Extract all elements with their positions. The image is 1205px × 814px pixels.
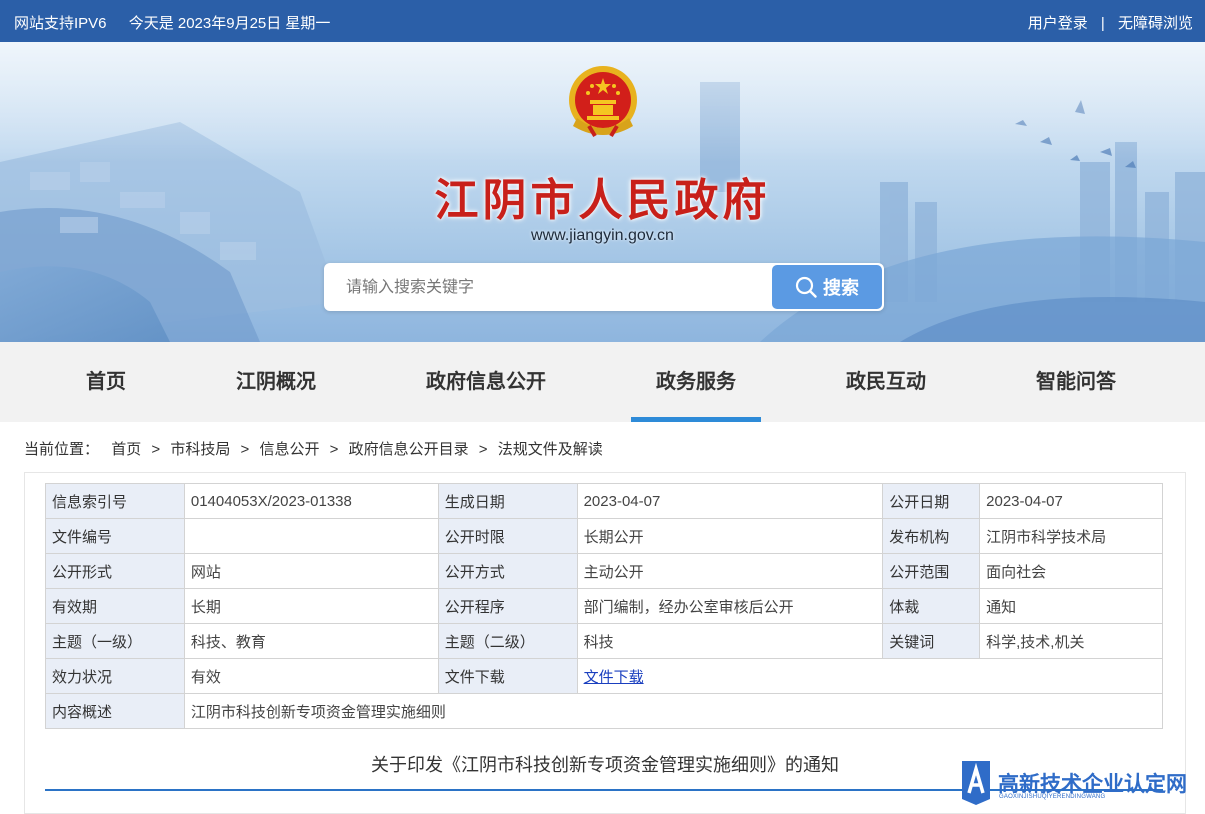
- summary-label: 内容概述: [45, 693, 185, 729]
- created-label: 生成日期: [437, 483, 578, 519]
- topic1-label: 主题（一级）: [45, 623, 185, 659]
- breadcrumb-separator: >: [478, 441, 488, 458]
- watermark: 高新技术企业认定网 GAOXINJISHUQIYERENDINGWANG: [958, 758, 1205, 808]
- period-value: 长期公开: [576, 518, 884, 554]
- form-label: 公开形式: [45, 553, 185, 589]
- table-row: 公开形式 网站 公开方式 主动公开 公开范围 面向社会: [45, 553, 1163, 589]
- nav-item-overview[interactable]: 江阴概况: [216, 342, 336, 422]
- breadcrumb-prefix: 当前位置：: [24, 441, 100, 458]
- keywords-value: 科学,技术,机关: [979, 623, 1163, 659]
- breadcrumb-item-home[interactable]: 首页: [111, 441, 141, 458]
- doc-no-value: [183, 518, 439, 554]
- download-label: 文件下载: [437, 658, 578, 694]
- validity-label: 有效期: [45, 588, 185, 624]
- file-download-link[interactable]: 文件下载: [584, 669, 644, 686]
- table-row: 文件编号 公开时限 长期公开 发布机构 江阴市科学技术局: [45, 518, 1163, 554]
- published-value: 2023-04-07: [979, 483, 1163, 519]
- search-icon: [795, 276, 817, 298]
- table-row: 信息索引号 01404053X/2023-01338 生成日期 2023-04-…: [45, 483, 1163, 519]
- issuer-label: 发布机构: [882, 518, 981, 554]
- keywords-label: 关键词: [882, 623, 981, 659]
- method-label: 公开方式: [437, 553, 578, 589]
- index-no-label: 信息索引号: [45, 483, 185, 519]
- accessibility-link[interactable]: 无障碍浏览: [1118, 15, 1193, 32]
- nav-item-smart-qa[interactable]: 智能问答: [1016, 342, 1136, 422]
- summary-value: 江阴市科技创新专项资金管理实施细则: [183, 693, 1164, 729]
- breadcrumb-separator: >: [329, 441, 339, 458]
- procedure-label: 公开程序: [437, 588, 578, 624]
- nav-item-interaction[interactable]: 政民互动: [826, 342, 946, 422]
- status-label: 效力状况: [45, 658, 185, 694]
- nav-item-info-disclosure[interactable]: 政府信息公开: [411, 342, 561, 422]
- topic2-value: 科技: [576, 623, 884, 659]
- ipv6-notice: 网站支持IPV6: [14, 15, 107, 32]
- watermark-subtitle: GAOXINJISHUQIYERENDINGWANG: [999, 794, 1106, 800]
- doc-no-label: 文件编号: [45, 518, 185, 554]
- breadcrumb-item-bureau[interactable]: 市科技局: [170, 441, 230, 458]
- table-row: 主题（一级） 科技、教育 主题（二级） 科技 关键词 科学,技术,机关: [45, 623, 1163, 659]
- site-title: 江阴市人民政府: [434, 175, 771, 226]
- scope-label: 公开范围: [882, 553, 981, 589]
- current-date: 今天是 2023年9月25日 星期一: [128, 15, 331, 32]
- search-button[interactable]: 搜索: [772, 265, 882, 309]
- top-bar-right: 用户登录 | 无障碍浏览: [1028, 12, 1193, 33]
- genre-label: 体裁: [882, 588, 981, 624]
- period-label: 公开时限: [437, 518, 578, 554]
- method-value: 主动公开: [576, 553, 884, 589]
- table-row: 效力状况 有效 文件下载 文件下载: [45, 658, 1164, 694]
- index-no-value: 01404053X/2023-01338: [183, 483, 439, 519]
- download-cell: 文件下载: [576, 658, 1164, 694]
- issuer-value: 江阴市科学技术局: [979, 518, 1163, 554]
- top-bar-left: 网站支持IPV6 今天是 2023年9月25日 星期一: [14, 12, 348, 33]
- form-value: 网站: [183, 553, 439, 589]
- nav-item-gov-services[interactable]: 政务服务: [631, 342, 761, 422]
- breadcrumb-item-catalog[interactable]: 政府信息公开目录: [349, 441, 469, 458]
- header-banner: 江阴市人民政府 www.jiangyin.gov.cn 搜索: [0, 42, 1205, 342]
- national-emblem-icon: [569, 66, 637, 138]
- search-button-label: 搜索: [823, 278, 859, 298]
- topic1-value: 科技、教育: [183, 623, 439, 659]
- published-label: 公开日期: [882, 483, 981, 519]
- search-bar: 搜索: [324, 263, 884, 311]
- created-value: 2023-04-07: [576, 483, 884, 519]
- breadcrumb-item-regulations[interactable]: 法规文件及解读: [498, 441, 603, 458]
- validity-value: 长期: [183, 588, 439, 624]
- breadcrumb-item-disclosure[interactable]: 信息公开: [259, 441, 319, 458]
- top-separator: |: [1100, 15, 1105, 32]
- breadcrumb-separator: >: [151, 441, 161, 458]
- scope-value: 面向社会: [979, 553, 1163, 589]
- nav-item-home[interactable]: 首页: [56, 342, 156, 422]
- metadata-table: 信息索引号 01404053X/2023-01338 生成日期 2023-04-…: [45, 483, 1164, 729]
- topic2-label: 主题（二级）: [437, 623, 578, 659]
- procedure-value: 部门编制，经办公室审核后公开: [576, 588, 884, 624]
- search-input[interactable]: [344, 275, 768, 301]
- main-nav: 首页 江阴概况 政府信息公开 政务服务 政民互动 智能问答: [0, 342, 1205, 422]
- breadcrumb-separator: >: [240, 441, 250, 458]
- site-url: www.jiangyin.gov.cn: [531, 227, 674, 244]
- table-row: 有效期 长期 公开程序 部门编制，经办公室审核后公开 体裁 通知: [45, 588, 1163, 624]
- watermark-logo-icon: [962, 761, 990, 805]
- breadcrumb: 当前位置： 首页 > 市科技局 > 信息公开 > 政府信息公开目录 > 法规文件…: [24, 438, 603, 459]
- table-row: 内容概述 江阴市科技创新专项资金管理实施细则: [45, 693, 1164, 729]
- login-link[interactable]: 用户登录: [1028, 15, 1088, 32]
- top-bar: 网站支持IPV6 今天是 2023年9月25日 星期一 用户登录 | 无障碍浏览: [0, 0, 1205, 42]
- status-value: 有效: [183, 658, 439, 694]
- genre-value: 通知: [979, 588, 1163, 624]
